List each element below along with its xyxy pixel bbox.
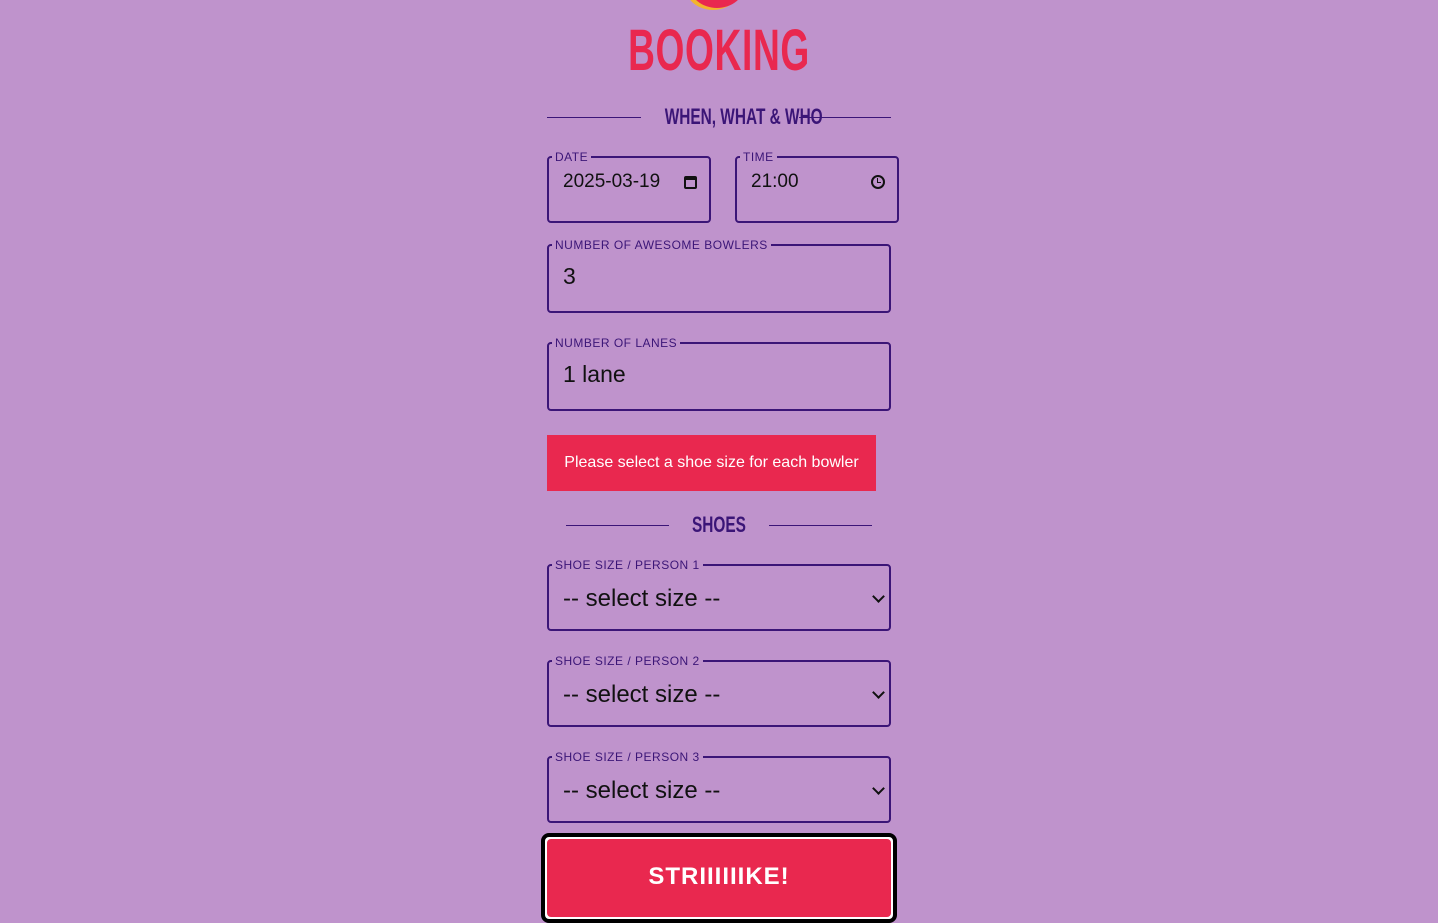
submit-button[interactable]: STRIIIIIIKE!: [541, 833, 897, 923]
divider-line: [566, 524, 669, 526]
section-heading-shoes: SHOES: [566, 511, 872, 539]
section-title: WHEN, WHAT & WHO: [664, 104, 823, 129]
lanes-label: NUMBER OF LANES: [555, 336, 678, 350]
chevron-down-icon[interactable]: [872, 782, 885, 795]
shoe-size-value[interactable]: -- select size --: [563, 681, 720, 709]
divider-line: [547, 116, 641, 118]
shoe-size-value[interactable]: -- select size --: [563, 777, 720, 805]
date-value[interactable]: 2025-03-19: [563, 171, 660, 193]
shoe-size-select-person-2[interactable]: SHOE SIZE / PERSON 2 -- select size --: [547, 655, 891, 727]
shoe-size-label: SHOE SIZE / PERSON 1: [555, 558, 700, 572]
time-value[interactable]: 21:00: [751, 171, 799, 193]
date-field[interactable]: DATE 2025-03-19: [547, 151, 711, 223]
shoe-size-select-person-3[interactable]: SHOE SIZE / PERSON 3 -- select size --: [547, 751, 891, 823]
chevron-down-icon[interactable]: [872, 590, 885, 603]
time-label: TIME: [743, 150, 774, 164]
error-message: Please select a shoe size for each bowle…: [547, 435, 876, 491]
section-title: SHOES: [692, 512, 746, 537]
section-heading-when: WHEN, WHAT & WHO: [547, 103, 891, 131]
date-label: DATE: [555, 150, 589, 164]
clock-icon[interactable]: [871, 175, 885, 189]
shoe-size-label: SHOE SIZE / PERSON 3: [555, 750, 700, 764]
submit-label[interactable]: STRIIIIIIKE!: [547, 839, 891, 917]
time-field[interactable]: TIME 21:00: [735, 151, 899, 223]
page-title: BOOKING: [628, 18, 810, 83]
calendar-icon[interactable]: [684, 175, 697, 189]
logo-icon: [689, 0, 745, 8]
divider-line: [769, 524, 872, 526]
chevron-down-icon[interactable]: [872, 686, 885, 699]
bowlers-field[interactable]: NUMBER OF AWESOME BOWLERS 3: [547, 239, 891, 313]
bowlers-label: NUMBER OF AWESOME BOWLERS: [555, 238, 768, 252]
lanes-value[interactable]: 1 lane: [563, 361, 626, 388]
bowlers-value[interactable]: 3: [563, 263, 576, 290]
lanes-field[interactable]: NUMBER OF LANES 1 lane: [547, 337, 891, 411]
shoe-size-select-person-1[interactable]: SHOE SIZE / PERSON 1 -- select size --: [547, 559, 891, 631]
shoe-size-value[interactable]: -- select size --: [563, 585, 720, 613]
shoe-size-label: SHOE SIZE / PERSON 2: [555, 654, 700, 668]
